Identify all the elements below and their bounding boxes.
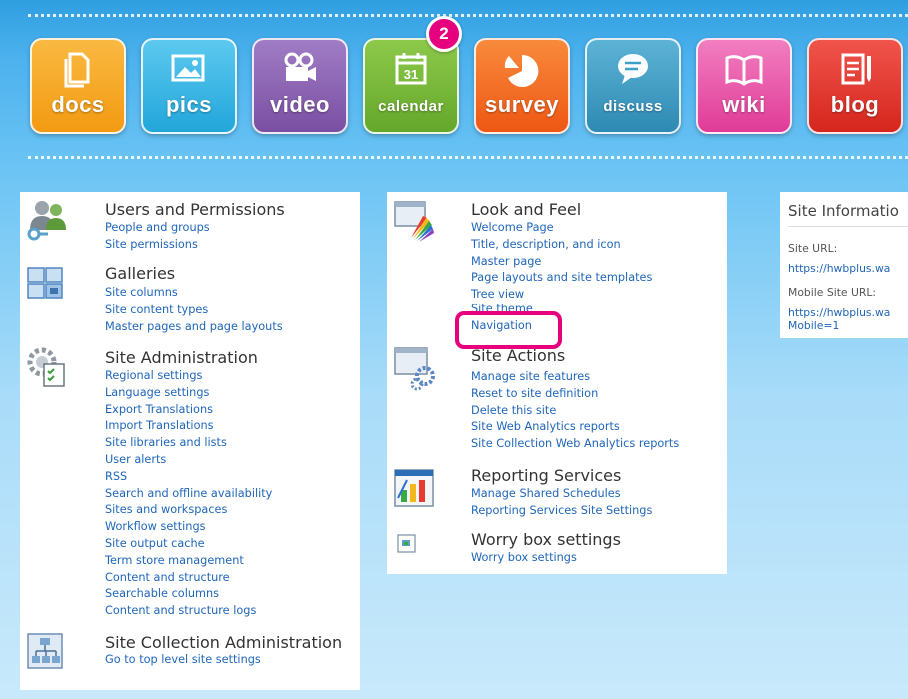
link-sites-and-workspaces[interactable]: Sites and workspaces (105, 502, 272, 519)
link-user-alerts[interactable]: User alerts (105, 452, 272, 469)
link-delete-this-site[interactable]: Delete this site (471, 403, 679, 420)
wiki-icon (725, 55, 763, 86)
users-permissions-icon (27, 201, 66, 241)
link-reporting-services-site-settings[interactable]: Reporting Services Site Settings (471, 503, 652, 520)
group-title: Site Collection Administration (105, 633, 343, 652)
link-site-libraries-and-lists[interactable]: Site libraries and lists (105, 435, 272, 452)
link-site-web-analytics[interactable]: Site Web Analytics reports (471, 419, 679, 436)
group-title: Site Administration (105, 348, 258, 367)
link-page-layouts-templates[interactable]: Page layouts and site templates (471, 270, 652, 287)
group-title: Galleries (105, 264, 176, 283)
link-site-output-cache[interactable]: Site output cache (105, 536, 272, 553)
top-dotted-divider (28, 14, 908, 17)
site-url-value[interactable]: https://hwbplus.wa (788, 262, 890, 275)
group-title: Users and Permissions (105, 200, 285, 219)
tile-pics[interactable]: pics (141, 38, 237, 134)
tile-label: blog (830, 92, 880, 117)
video-icon (284, 52, 316, 81)
step-badge: 2 (426, 16, 462, 52)
site-collection-icon (27, 633, 63, 669)
link-import-translations[interactable]: Import Translations (105, 418, 272, 435)
group-title: Worry box settings (471, 530, 621, 549)
link-term-store-management[interactable]: Term store management (105, 553, 272, 570)
link-search-offline-availability[interactable]: Search and offline availability (105, 486, 272, 503)
link-master-pages[interactable]: Master pages and page layouts (105, 319, 283, 336)
galleries-links: Site columns Site content types Master p… (105, 285, 283, 335)
link-regional-settings[interactable]: Regional settings (105, 368, 272, 385)
link-site-content-types[interactable]: Site content types (105, 302, 283, 319)
group-title: Reporting Services (471, 466, 622, 485)
link-people-and-groups[interactable]: People and groups (105, 220, 210, 237)
link-site-columns[interactable]: Site columns (105, 285, 283, 302)
link-reset-to-site-definition[interactable]: Reset to site definition (471, 386, 679, 403)
link-master-page[interactable]: Master page (471, 254, 652, 271)
tile-label: pics (165, 92, 213, 117)
worry-box-icon (397, 534, 416, 553)
link-export-translations[interactable]: Export Translations (105, 402, 272, 419)
link-searchable-columns[interactable]: Searchable columns (105, 586, 272, 603)
site-actions-icon (394, 347, 435, 391)
discuss-icon (618, 54, 648, 84)
actions-links: Manage site features Reset to site defin… (471, 369, 679, 453)
mobile-site-url-label: Mobile Site URL: (788, 286, 877, 299)
link-content-and-structure[interactable]: Content and structure (105, 570, 272, 587)
worry-links: Worry box settings (471, 550, 577, 567)
site-information-divider (788, 226, 908, 227)
tile-video[interactable]: video (252, 38, 348, 134)
docs-icon (64, 52, 90, 88)
tile-label: survey (485, 92, 559, 117)
reporting-links: Manage Shared Schedules Reporting Servic… (471, 486, 652, 520)
tile-docs[interactable]: docs (30, 38, 126, 134)
collection-links: Go to top level site settings (105, 652, 261, 669)
site-information-panel: Site Informatio Site URL: https://hwbplu… (780, 192, 908, 338)
calendar-day: 31 (404, 67, 418, 82)
tile-label: discuss (603, 98, 663, 115)
group-title: Look and Feel (471, 200, 582, 219)
survey-icon (504, 54, 539, 87)
link-content-structure-logs[interactable]: Content and structure logs (105, 603, 272, 620)
administration-links: Regional settings Language settings Expo… (105, 368, 272, 620)
mobile-site-url-value[interactable]: https://hwbplus.wa (788, 306, 890, 319)
link-manage-site-features[interactable]: Manage site features (471, 369, 679, 386)
link-language-settings[interactable]: Language settings (105, 385, 272, 402)
link-title-description-icon[interactable]: Title, description, and icon (471, 237, 652, 254)
link-tree-view[interactable]: Tree view (471, 287, 652, 304)
tile-discuss[interactable]: discuss (585, 38, 681, 134)
link-rss[interactable]: RSS (105, 469, 272, 486)
pics-icon (171, 54, 205, 82)
site-settings-column-2: Look and Feel Welcome Page Title, descri… (387, 192, 727, 574)
group-title: Site Actions (471, 346, 566, 365)
tile-survey[interactable]: survey (474, 38, 570, 134)
bottom-dotted-divider (28, 156, 908, 159)
galleries-icon (27, 267, 63, 299)
link-site-permissions[interactable]: Site permissions (105, 237, 210, 254)
tile-calendar[interactable]: 31 calendar (363, 38, 459, 134)
link-site-collection-web-analytics[interactable]: Site Collection Web Analytics reports (471, 436, 679, 453)
users-links: People and groups Site permissions (105, 220, 210, 254)
mobile-site-url-value-cont[interactable]: Mobile=1 (788, 319, 839, 332)
site-settings-column-1: Users and Permissions People and groups … (20, 192, 360, 690)
site-url-label: Site URL: (788, 242, 838, 255)
site-administration-icon (27, 347, 65, 387)
blog-icon (841, 53, 871, 85)
tile-label: video (270, 92, 330, 117)
navigation-highlight (455, 311, 562, 349)
link-manage-shared-schedules[interactable]: Manage Shared Schedules (471, 486, 652, 503)
reporting-services-icon (394, 469, 434, 507)
link-workflow-settings[interactable]: Workflow settings (105, 519, 272, 536)
tile-wiki[interactable]: wiki (696, 38, 792, 134)
tile-label: calendar (378, 98, 444, 115)
calendar-icon: 31 (395, 53, 427, 85)
tile-blog[interactable]: blog (807, 38, 903, 134)
link-welcome-page[interactable]: Welcome Page (471, 220, 652, 237)
look-and-feel-icon (394, 201, 434, 242)
tile-label: wiki (722, 92, 766, 117)
tile-label: docs (51, 92, 105, 117)
link-go-to-top-level-site-settings[interactable]: Go to top level site settings (105, 652, 261, 669)
link-worry-box-settings[interactable]: Worry box settings (471, 550, 577, 567)
site-information-title: Site Informatio (788, 202, 899, 220)
